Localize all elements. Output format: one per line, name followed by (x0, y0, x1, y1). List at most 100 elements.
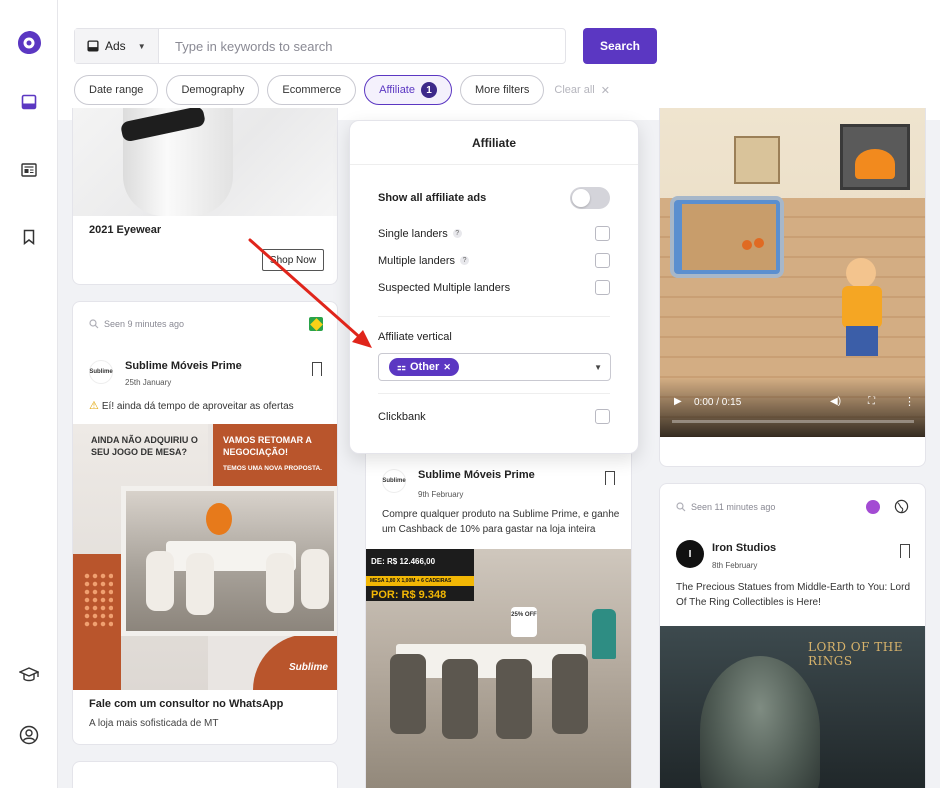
affiliate-filter-panel: Affiliate Show all affiliate ads Single … (349, 120, 639, 454)
suspected-landers-row: Suspected Multiple landers (378, 280, 610, 295)
video-progress-bar[interactable] (672, 420, 914, 423)
image-text-right: VAMOS RETOMAR A NEGOCIAÇÃO! (223, 435, 312, 458)
chevron-down-icon: ▼ (594, 363, 602, 372)
news-icon[interactable] (13, 154, 45, 186)
image-text-left: AINDA NÃO ADQUIRIU O SEU JOGO DE MESA? (91, 435, 198, 458)
search-button[interactable]: Search (583, 28, 657, 64)
advertiser: I (676, 540, 704, 568)
help-icon[interactable]: ? (460, 256, 470, 265)
search-box: Ads ▼ (74, 28, 566, 64)
globe-icon (894, 499, 909, 519)
date-range-filter[interactable]: Date range (74, 75, 159, 105)
clickbank-checkbox[interactable] (595, 409, 610, 424)
ad-card-iron-studios[interactable]: Seen 11 minutes ago I Iron Studios 8th F… (659, 483, 926, 788)
affiliate-vertical-label: Affiliate vertical (378, 331, 452, 343)
show-all-affiliate-row: Show all affiliate ads (378, 187, 610, 209)
filter-bar: Date range Demography Ecommerce Affiliat… (74, 75, 610, 105)
advertiser-name: Sublime Móveis Prime (418, 469, 535, 481)
advertiser: Sublime (89, 360, 113, 384)
ads-icon[interactable] (13, 86, 45, 118)
ad-image: DE: R$ 12.466,00 MESA 1,80 X 1,00M + 6 C… (366, 549, 631, 788)
profile-icon[interactable] (13, 719, 45, 751)
bookmark-icon[interactable] (312, 362, 322, 376)
affiliate-filter[interactable]: Affiliate 1 (364, 75, 452, 105)
discount-badge: 25% OFF (511, 607, 537, 637)
category-icon: ⚏ (397, 361, 406, 373)
single-landers-label: Single landers (378, 227, 448, 240)
show-all-toggle[interactable] (570, 187, 610, 209)
ad-headline: Fale com um consultor no WhatsApp (89, 698, 284, 710)
divider (378, 316, 610, 317)
multiple-landers-row: Multiple landers? (378, 253, 610, 268)
advertiser-name: Sublime Móveis Prime (125, 360, 242, 372)
brazil-flag-icon (309, 317, 323, 331)
single-landers-checkbox[interactable] (595, 226, 610, 241)
bookmark-icon[interactable] (900, 544, 910, 558)
image-text-subtitle: TEMOS UMA NOVA PROPOSTA. (223, 465, 322, 472)
ad-type-select[interactable]: Ads ▼ (75, 29, 159, 63)
ad-card-next[interactable] (72, 761, 338, 788)
ad-date: 25th January (125, 378, 172, 387)
lotr-logo: LORD OF THE RINGS (808, 640, 903, 668)
volume-icon[interactable]: ◀) (830, 396, 841, 407)
clickbank-label: Clickbank (378, 410, 426, 423)
demography-filter[interactable]: Demography (166, 75, 260, 105)
ad-date: 8th February (712, 561, 758, 570)
clear-all-button[interactable]: Clear all ✕ (554, 84, 610, 97)
price-now: POR: R$ 9.348 (371, 589, 447, 601)
fullscreen-icon[interactable]: ⛶ (868, 396, 875, 407)
vertical-tag-other[interactable]: ⚏ Other ✕ (389, 358, 459, 376)
multiple-landers-label: Multiple landers (378, 254, 456, 267)
panel-title: Affiliate (350, 121, 638, 165)
clickbank-row: Clickbank (378, 409, 610, 424)
ad-image: LORD OF THE RINGS (660, 626, 925, 788)
ad-card-sublime-1[interactable]: Seen 9 minutes ago Sublime Sublime Móvei… (72, 301, 338, 745)
affiliate-filter-label: Affiliate (379, 84, 415, 96)
warning-icon: ⚠ (89, 400, 99, 412)
play-icon[interactable]: ▶ (674, 396, 682, 407)
ad-text-label: Eí! ainda dá tempo de aproveitar as ofer… (101, 400, 294, 412)
ad-card-eyewear[interactable]: 2021 Eyewear Shop Now (72, 108, 338, 285)
clear-all-label: Clear all (554, 84, 595, 96)
seen-time: Seen 9 minutes ago (89, 319, 184, 329)
ad-type-label: Ads (105, 39, 126, 53)
ecommerce-filter[interactable]: Ecommerce (267, 75, 357, 105)
more-options-icon[interactable]: ⋮ (904, 395, 915, 408)
seen-time-label: Seen 11 minutes ago (691, 502, 776, 512)
shop-now-button[interactable]: Shop Now (262, 249, 324, 271)
bookmark-icon[interactable] (13, 221, 45, 253)
seen-time: Seen 11 minutes ago (676, 502, 775, 512)
ad-text: Compre qualquer produto na Sublime Prime… (382, 509, 620, 535)
advertiser-logo: Sublime (382, 469, 406, 493)
suspected-landers-checkbox[interactable] (595, 280, 610, 295)
advertiser-logo: I (676, 540, 704, 568)
bookmark-icon[interactable] (605, 471, 615, 485)
video-ad-card[interactable]: ▶ 0:00 / 0:15 ◀) ⛶ ⋮ (659, 108, 926, 467)
ad-date: 9th February (418, 490, 464, 499)
vertical-label-row: Affiliate vertical (378, 331, 610, 343)
video-player[interactable]: ▶ 0:00 / 0:15 ◀) ⛶ ⋮ (660, 108, 925, 437)
close-icon[interactable]: ✕ (443, 362, 451, 373)
ad-card-sublime-2[interactable]: Sublime Sublime Móveis Prime 9th Februar… (365, 430, 632, 788)
top-bar: Ads ▼ Search Date range Demography Ecomm… (58, 0, 940, 120)
close-icon: ✕ (600, 84, 610, 97)
more-filters-button[interactable]: More filters (459, 75, 545, 105)
ad-image: AINDA NÃO ADQUIRIU O SEU JOGO DE MESA? V… (73, 424, 337, 690)
ad-text: ⚠ Eí! ainda dá tempo de aproveitar as of… (89, 399, 294, 415)
price-from: DE: R$ 12.466,00 (371, 557, 436, 566)
graduation-cap-icon[interactable] (13, 659, 45, 691)
ad-image (73, 108, 337, 216)
platform-icon (866, 500, 880, 514)
seen-time-label: Seen 9 minutes ago (104, 319, 185, 329)
ads-icon (87, 40, 99, 52)
help-icon[interactable]: ? (452, 229, 462, 238)
search-input[interactable] (159, 38, 539, 54)
app-logo-icon[interactable] (13, 26, 45, 58)
single-landers-row: Single landers? (378, 226, 610, 241)
price-desc: MESA 1,80 X 1,00M + 6 CADEIRAS (366, 576, 474, 586)
video-time: 0:00 / 0:15 (694, 397, 742, 408)
affiliate-vertical-select[interactable]: ⚏ Other ✕ ▼ (378, 353, 611, 381)
vertical-tag-label: Other (409, 361, 440, 373)
advertiser: Sublime (382, 469, 406, 493)
multiple-landers-checkbox[interactable] (595, 253, 610, 268)
